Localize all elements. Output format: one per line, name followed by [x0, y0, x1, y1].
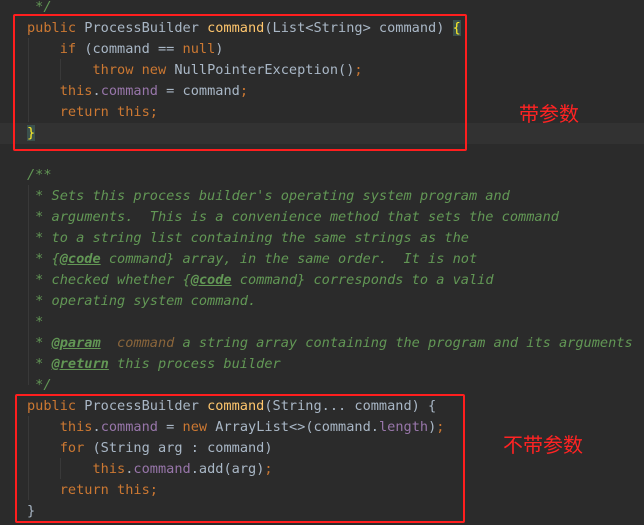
code-token: * [27, 356, 52, 372]
code-token: * to a string list containing the same s… [27, 230, 469, 246]
code-token: * arguments. This is a convenience metho… [27, 209, 559, 225]
code-token: */ [27, 0, 52, 15]
code-line[interactable]: * {@code command} array, in the same ord… [0, 249, 644, 270]
code-token: * [27, 314, 44, 330]
code-token: * { [27, 251, 60, 267]
code-line[interactable]: */ [0, 375, 644, 396]
code-token: command} array, in the same order. It is… [100, 251, 478, 267]
highlight-box-without-params [15, 394, 465, 523]
highlight-box-with-params [13, 14, 467, 151]
code-token: /** [27, 167, 52, 183]
code-line[interactable]: * @param command a string array containi… [0, 333, 644, 354]
code-token: @code [190, 272, 232, 288]
code-editor[interactable]: */public ProcessBuilder command(List<Str… [0, 0, 644, 525]
code-token: this process builder [108, 356, 281, 372]
code-line[interactable]: /** [0, 165, 644, 186]
code-line[interactable]: * to a string list containing the same s… [0, 228, 644, 249]
code-token: @code [59, 251, 101, 267]
code-token: command} corresponds to a valid [231, 272, 494, 288]
code-line[interactable]: * operating system command. [0, 291, 644, 312]
code-token: command [117, 335, 175, 351]
code-token: @param [51, 335, 101, 351]
code-token: * [27, 335, 52, 351]
code-line[interactable]: * arguments. This is a convenience metho… [0, 207, 644, 228]
code-line[interactable]: * @return this process builder [0, 354, 644, 375]
code-line[interactable]: * Sets this process builder's operating … [0, 186, 644, 207]
code-token: * checked whether { [27, 272, 191, 288]
code-token: a string array containing the program an… [174, 335, 633, 351]
code-token: * Sets this process builder's operating … [27, 188, 510, 204]
annotation-with-params: 带参数 [519, 102, 579, 126]
code-token: */ [27, 377, 52, 393]
code-token: @return [51, 356, 109, 372]
code-line[interactable]: * [0, 312, 644, 333]
code-token: * operating system command. [27, 293, 257, 309]
code-line[interactable]: * checked whether {@code command} corres… [0, 270, 644, 291]
annotation-without-params: 不带参数 [503, 433, 583, 457]
